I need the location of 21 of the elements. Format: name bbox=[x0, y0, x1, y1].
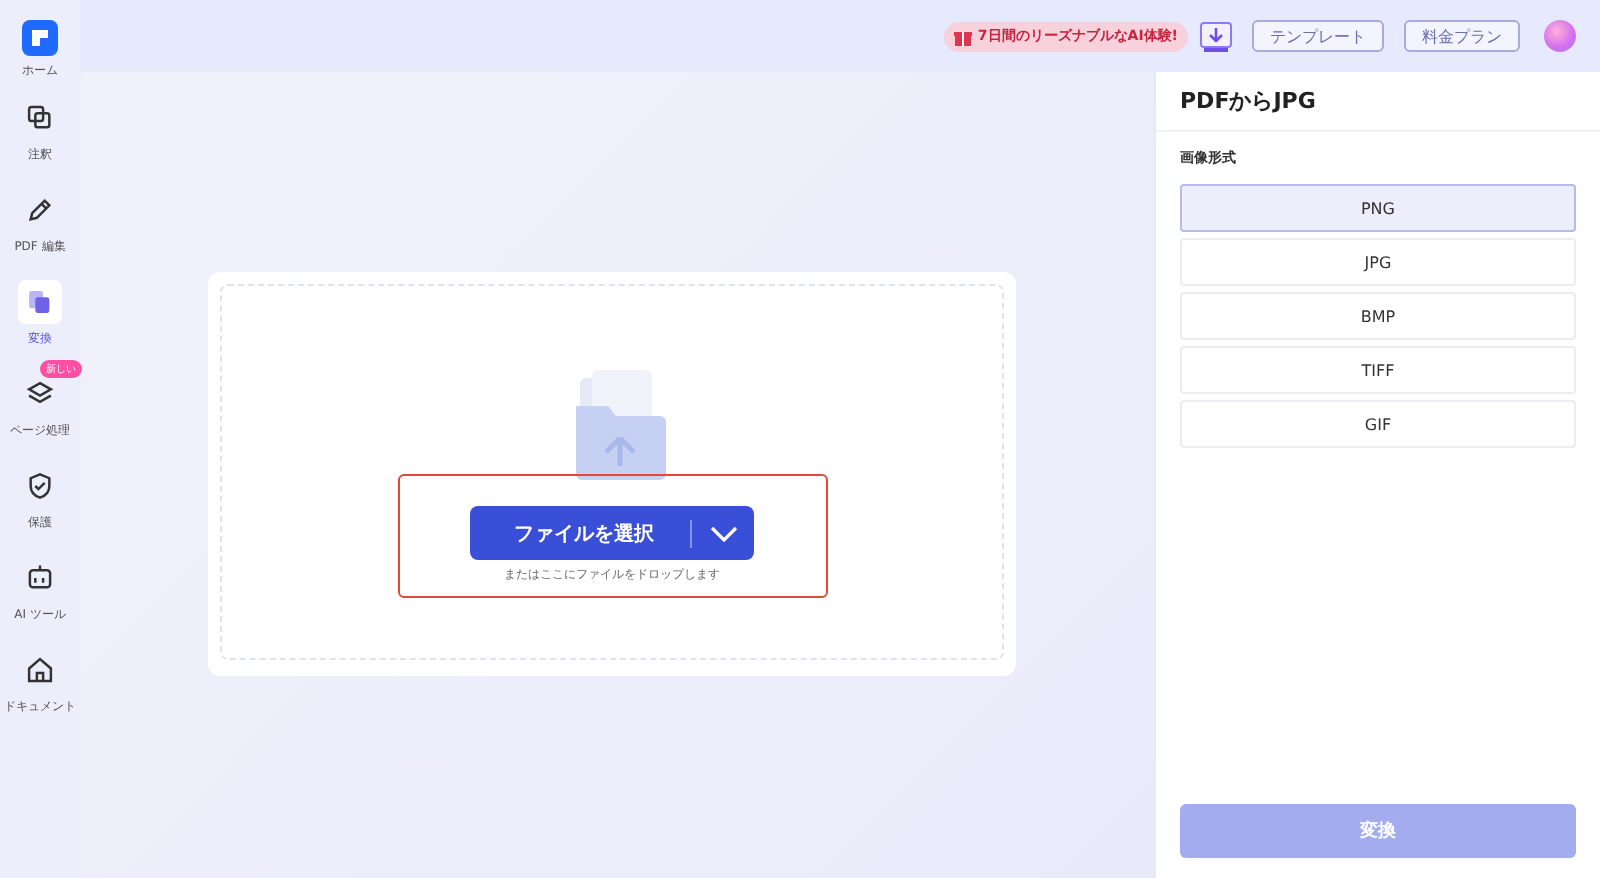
select-file-button[interactable]: ファイルを選択 bbox=[470, 506, 754, 560]
annotation-icon[interactable] bbox=[26, 104, 54, 132]
download-icon[interactable] bbox=[1200, 21, 1232, 51]
format-option[interactable]: PNG bbox=[1180, 184, 1576, 232]
shield-icon[interactable] bbox=[26, 472, 54, 500]
format-option[interactable]: JPG bbox=[1180, 238, 1576, 286]
top-button[interactable]: テンプレート bbox=[1252, 20, 1384, 52]
format-option[interactable]: BMP bbox=[1180, 292, 1576, 340]
pencil-icon[interactable] bbox=[26, 196, 54, 224]
app-logo-icon[interactable] bbox=[22, 20, 58, 56]
top-button[interactable]: 料金プラン bbox=[1404, 20, 1520, 52]
convert-icon[interactable] bbox=[26, 288, 54, 316]
folder-upload-icon bbox=[572, 370, 668, 482]
home-icon[interactable] bbox=[26, 656, 54, 684]
gift-icon bbox=[953, 27, 972, 45]
format-option[interactable]: GIF bbox=[1180, 400, 1576, 448]
chevron-down-icon[interactable] bbox=[710, 525, 738, 541]
layers-icon[interactable] bbox=[26, 380, 54, 408]
format-option[interactable]: TIFF bbox=[1180, 346, 1576, 394]
panel-title: PDFからJPG bbox=[1156, 72, 1600, 132]
robot-icon[interactable] bbox=[26, 564, 54, 592]
